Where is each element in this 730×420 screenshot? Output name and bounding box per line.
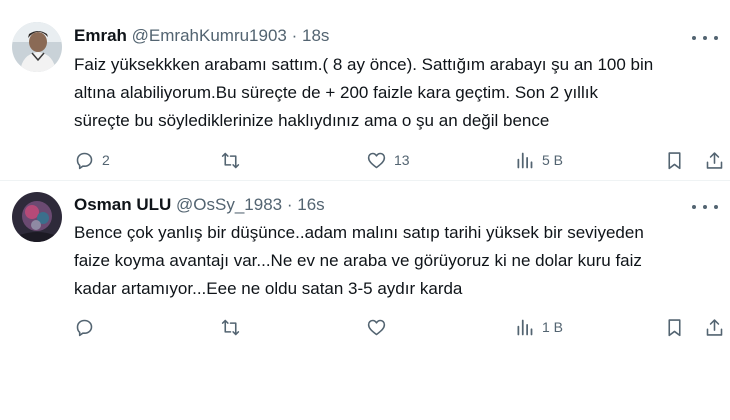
views-button[interactable]: 5 B [514, 148, 563, 172]
author-name[interactable]: Emrah [74, 26, 127, 45]
share-button[interactable] [704, 148, 725, 172]
tweet-text-line: altına alabiliyorum.Bu süreçte de + 200 … [74, 83, 598, 102]
views-button[interactable]: 1 B [514, 315, 563, 339]
like-button[interactable]: 13 [366, 148, 410, 172]
heart-icon [367, 319, 386, 335]
tweet-text: Faiz yüksekkken arabamı sattım.( 8 ay ön… [74, 51, 714, 135]
author-handle[interactable]: @EmrahKumru1903 [132, 26, 287, 45]
tweet-text-line: Bence çok yanlış bir düşünce..adam malın… [74, 223, 644, 242]
more-icon[interactable] [692, 30, 718, 46]
views-icon [517, 152, 533, 168]
timestamp[interactable]: 16s [297, 195, 324, 214]
retweet-icon [221, 152, 240, 168]
bookmark-icon [668, 151, 681, 169]
tweet-actions: 1 B [74, 315, 724, 339]
tweet-text-line: kadar artamıyor...Eee ne oldu satan 3-5 … [74, 279, 463, 298]
reply-icon [76, 152, 93, 169]
views-count: 5 B [542, 152, 564, 168]
tweet-text-line: süreçte bu söylediklerinize haklıydınız … [74, 111, 550, 130]
separator-dot: · [286, 195, 293, 214]
reply-icon [76, 319, 93, 336]
tweet-text-line: Faiz yüksekkken arabamı sattım.( 8 ay ön… [74, 55, 654, 74]
reply-count: 2 [102, 152, 110, 168]
avatar[interactable] [12, 192, 62, 242]
views-count: 1 B [542, 319, 564, 335]
tweet-text: Bence çok yanlış bir düşünce..adam malın… [74, 219, 714, 303]
bookmark-icon [668, 318, 681, 336]
tweet-header: Osman ULU @OsSy_1983 · 16s [74, 195, 325, 217]
separator-dot: · [291, 26, 298, 45]
bookmark-button[interactable] [664, 148, 685, 172]
views-icon [517, 319, 533, 335]
share-icon [706, 151, 723, 169]
author-name[interactable]: Osman ULU [74, 195, 171, 214]
retweet-button[interactable] [220, 148, 241, 172]
reply-button[interactable]: 2 [74, 148, 110, 172]
tweet[interactable]: Osman ULU @OsSy_1983 · 16s Bence çok yan… [0, 181, 730, 351]
timestamp[interactable]: 18s [302, 26, 329, 45]
share-icon [706, 318, 723, 336]
avatar[interactable] [12, 22, 62, 72]
bookmark-button[interactable] [664, 315, 685, 339]
more-icon[interactable] [692, 199, 718, 215]
author-handle[interactable]: @OsSy_1983 [176, 195, 282, 214]
like-count: 13 [394, 152, 410, 168]
heart-icon [367, 152, 386, 168]
like-button[interactable] [366, 315, 387, 339]
reply-button[interactable] [74, 315, 102, 339]
tweet[interactable]: Emrah @EmrahKumru1903 · 18s Faiz yüksekk… [0, 0, 730, 181]
tweet-actions: 2 13 5 B [74, 148, 724, 172]
tweet-header: Emrah @EmrahKumru1903 · 18s [74, 26, 329, 48]
share-button[interactable] [704, 315, 725, 339]
retweet-icon [221, 319, 240, 335]
tweet-text-line: faize koyma avantajı var...Ne ev ne arab… [74, 251, 642, 270]
retweet-button[interactable] [220, 315, 241, 339]
